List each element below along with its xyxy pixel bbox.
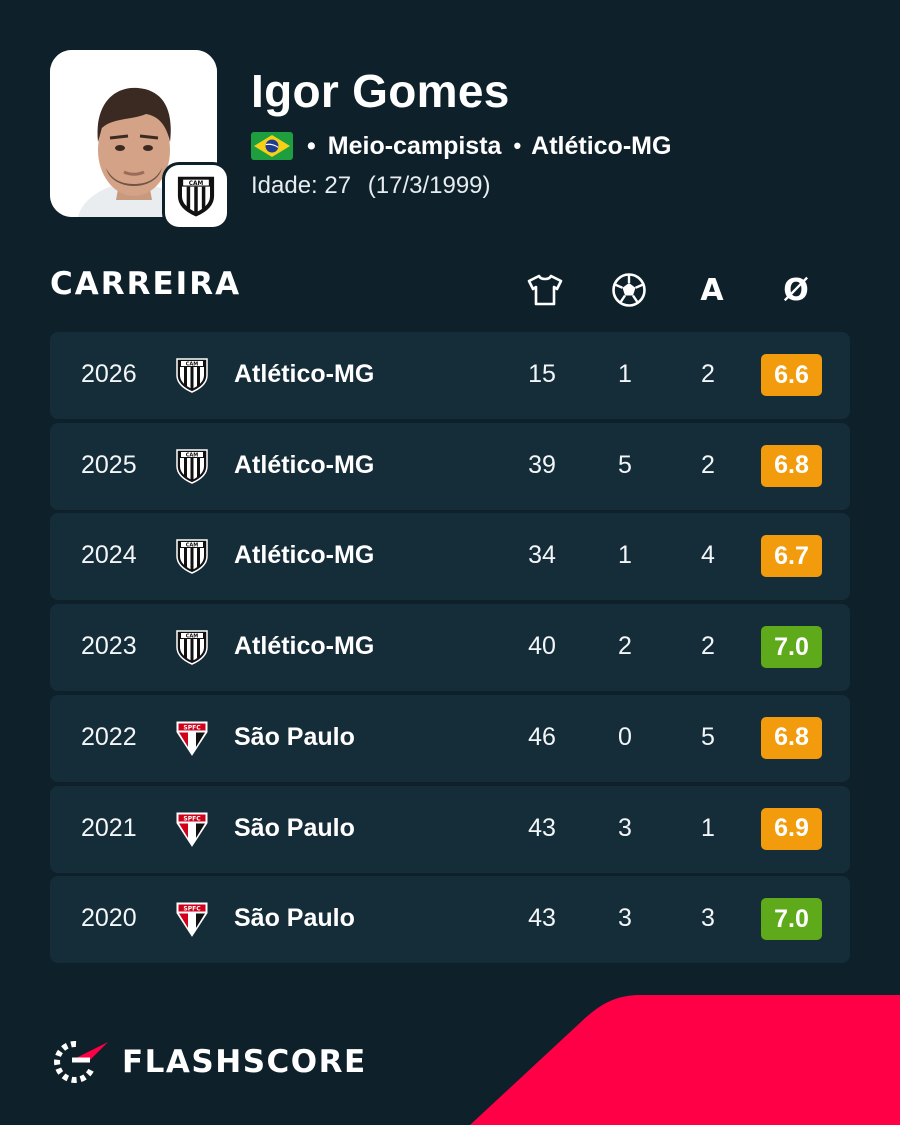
rating-badge: 6.8 [761, 444, 822, 487]
goals-column-header [609, 270, 649, 310]
club-badge: CAM [165, 165, 227, 227]
assists-value: 2 [701, 450, 715, 479]
svg-text:CAM: CAM [186, 361, 199, 367]
appearances-value: 43 [528, 904, 556, 933]
assists-column-header: A [692, 270, 732, 310]
svg-text:SPFC: SPFC [183, 724, 201, 731]
assists-value: 4 [701, 541, 715, 570]
atletico-mg-crest-icon: CAM [176, 630, 208, 665]
player-club: Atlético-MG [531, 131, 672, 160]
appearances-column-header [525, 270, 565, 310]
flashscore-logo: FLASHSCORE [50, 1038, 367, 1086]
goals-value: 1 [618, 541, 632, 570]
season-year: 2024 [81, 541, 137, 570]
team-name: Atlético-MG [234, 541, 375, 570]
season-year: 2023 [81, 632, 137, 661]
career-row: 2022 SPFC São Paulo 46 0 5 6.8 [50, 694, 850, 782]
appearances-value: 40 [528, 632, 556, 661]
atletico-mg-crest-icon: CAM [176, 448, 208, 484]
assists-label: A [700, 272, 724, 308]
rating-badge: 6.7 [761, 535, 822, 578]
rating-badge: 6.9 [761, 807, 822, 850]
rating-label: Ø [783, 272, 809, 308]
season-year: 2026 [81, 360, 137, 388]
team-name: São Paulo [234, 813, 355, 842]
career-row: 2020 SPFC São Paulo 43 3 3 7.0 [50, 876, 850, 964]
svg-text:CAM: CAM [186, 452, 199, 458]
player-meta: • Meio-campista • Atlético-MG [251, 129, 671, 163]
rating-badge: 6.8 [761, 716, 822, 759]
team-name: Atlético-MG [234, 632, 375, 661]
career-row: 2021 SPFC São Paulo 43 3 1 6.9 [50, 785, 850, 873]
birth-date: (17/3/1999) [367, 172, 491, 199]
svg-text:SPFC: SPFC [183, 905, 201, 912]
rating-badge: 7.0 [761, 898, 822, 941]
decorative-corner [470, 995, 900, 1125]
team-name: Atlético-MG [234, 450, 375, 479]
section-title: CARREIRA [50, 266, 242, 302]
team-name: Atlético-MG [234, 360, 375, 388]
season-year: 2021 [81, 813, 137, 842]
season-year: 2025 [81, 450, 137, 479]
shirt-icon [527, 274, 563, 306]
career-row: 2024 CAM Atlético-MG 34 1 4 6.7 [50, 513, 850, 601]
assists-value: 2 [701, 360, 715, 388]
appearances-value: 15 [528, 360, 556, 388]
svg-text:CAM: CAM [189, 181, 204, 187]
player-name: Igor Gomes [251, 65, 510, 117]
goals-value: 3 [618, 904, 632, 933]
career-row: 2026 CAM Atlético-MG 15 1 2 6.6 [50, 332, 850, 419]
svg-text:SPFC: SPFC [183, 815, 201, 822]
atletico-mg-crest-icon: CAM [177, 176, 215, 217]
appearances-value: 34 [528, 541, 556, 570]
svg-text:CAM: CAM [186, 633, 199, 639]
appearances-value: 46 [528, 722, 556, 751]
appearances-value: 43 [528, 813, 556, 842]
ball-icon [612, 273, 646, 307]
goals-value: 3 [618, 813, 632, 842]
assists-value: 5 [701, 722, 715, 751]
atletico-mg-crest-icon: CAM [176, 539, 208, 575]
meta-separator: • [307, 131, 316, 160]
sao-paulo-crest-icon: SPFC [176, 902, 208, 938]
goals-value: 1 [618, 360, 632, 388]
atletico-mg-crest-icon: CAM [176, 358, 208, 393]
rating-column-header: Ø [776, 270, 816, 310]
age-label: Idade: 27 [251, 172, 352, 199]
brazil-flag-icon [251, 132, 293, 160]
assists-value: 2 [701, 632, 715, 661]
team-name: São Paulo [234, 904, 355, 933]
team-name: São Paulo [234, 722, 355, 751]
rating-badge: 7.0 [761, 626, 822, 669]
assists-value: 3 [701, 904, 715, 933]
goals-value: 5 [618, 450, 632, 479]
meta-separator: • [513, 133, 522, 158]
sao-paulo-crest-icon: SPFC [176, 721, 208, 756]
season-year: 2022 [81, 722, 137, 751]
flashscore-logo-icon [54, 1040, 108, 1083]
career-row: 2023 CAM Atlético-MG 40 2 2 7.0 [50, 604, 850, 692]
season-year: 2020 [81, 904, 137, 933]
goals-value: 2 [618, 632, 632, 661]
sao-paulo-crest-icon: SPFC [176, 812, 208, 847]
brand-name: FLASHSCORE [122, 1044, 367, 1080]
appearances-value: 39 [528, 450, 556, 479]
assists-value: 1 [701, 813, 715, 842]
player-age: Idade: 27 (17/3/1999) [251, 172, 491, 200]
career-row: 2025 CAM Atlético-MG 39 5 2 6.8 [50, 422, 850, 510]
svg-text:CAM: CAM [186, 543, 199, 549]
goals-value: 0 [618, 722, 632, 751]
player-position: Meio-campista [327, 131, 502, 160]
rating-badge: 6.6 [761, 354, 822, 396]
